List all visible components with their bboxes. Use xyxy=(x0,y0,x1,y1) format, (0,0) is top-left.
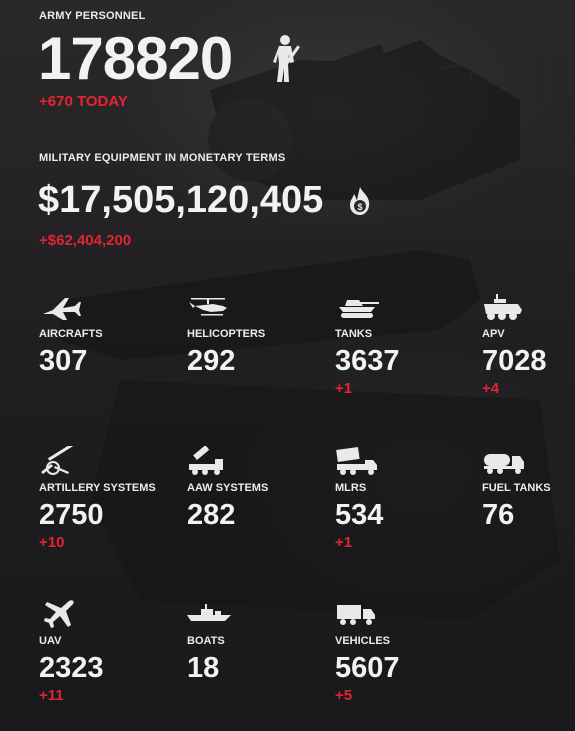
equipment-item-helicopters: HELICOPTERS 292 xyxy=(187,292,327,412)
tank-icon xyxy=(339,300,379,318)
equipment-count: 7028 xyxy=(482,345,547,377)
equipment-count: 2750 xyxy=(39,499,104,531)
equipment-label: BOATS xyxy=(187,635,225,647)
fighter-jet-icon xyxy=(43,298,81,320)
money-value: $17,505,120,405 xyxy=(38,179,324,221)
equipment-label: VEHICLES xyxy=(335,635,391,647)
svg-text:$: $ xyxy=(357,202,362,212)
equipment-item-vehicles: VEHICLES 5607 +5 xyxy=(335,599,475,719)
equipment-count: 18 xyxy=(187,652,220,684)
equipment-item-artillery: ARTILLERY SYSTEMS 2750 +10 xyxy=(39,446,179,566)
equipment-delta: +5 xyxy=(335,687,353,704)
equipment-label: HELICOPTERS xyxy=(187,328,266,340)
equipment-label: AAW SYSTEMS xyxy=(187,482,269,494)
personnel-today-delta: +670 TODAY xyxy=(39,93,128,110)
equipment-item-boats: BOATS 18 xyxy=(187,599,327,719)
equipment-label: UAV xyxy=(39,635,62,647)
equipment-label: AIRCRAFTS xyxy=(39,328,103,340)
soldier-icon xyxy=(273,35,300,82)
equipment-count: 76 xyxy=(482,499,515,531)
equipment-delta: +10 xyxy=(39,534,65,551)
equipment-label: ARTILLERY SYSTEMS xyxy=(39,482,156,494)
equipment-item-mlrs: MLRS 534 +1 xyxy=(335,446,475,566)
equipment-item-aircrafts: AIRCRAFTS 307 xyxy=(39,292,179,412)
equipment-count: 292 xyxy=(187,345,236,377)
helicopter-icon xyxy=(189,298,227,316)
equipment-count: 3637 xyxy=(335,345,400,377)
fire-coin-icon: $ xyxy=(350,187,370,215)
truck-icon xyxy=(337,605,375,625)
drone-plane-icon xyxy=(44,600,74,628)
equipment-item-aaw: AAW SYSTEMS 282 xyxy=(187,446,327,566)
equipment-label: APV xyxy=(482,328,505,340)
equipment-item-uav: UAV 2323 +11 xyxy=(39,599,179,719)
equipment-count: 2323 xyxy=(39,652,104,684)
equipment-delta: +1 xyxy=(335,380,353,397)
equipment-delta: +1 xyxy=(335,534,353,551)
equipment-count: 5607 xyxy=(335,652,400,684)
artillery-icon xyxy=(41,446,75,475)
equipment-delta: +11 xyxy=(39,687,64,704)
warship-icon xyxy=(187,604,231,621)
armored-vehicle-icon xyxy=(484,294,522,320)
stats-panel: ARMY PERSONNEL 178820 +670 TODAY MILITAR… xyxy=(0,0,575,731)
equipment-label: TANKS xyxy=(335,328,373,340)
fuel-truck-icon xyxy=(484,454,524,474)
equipment-label: FUEL TANKS xyxy=(482,482,551,494)
money-label: MILITARY EQUIPMENT IN MONETARY TERMS xyxy=(39,152,286,164)
personnel-count: 178820 xyxy=(38,25,233,92)
equipment-label: MLRS xyxy=(335,482,367,494)
personnel-label: ARMY PERSONNEL xyxy=(39,10,146,22)
equipment-item-fuel-tanks: FUEL TANKS 76 xyxy=(482,446,575,566)
equipment-delta: +4 xyxy=(482,380,500,397)
rocket-launcher-truck-icon xyxy=(336,446,377,475)
equipment-count: 307 xyxy=(39,345,88,377)
equipment-count: 282 xyxy=(187,499,236,531)
anti-air-launcher-icon xyxy=(189,446,223,475)
equipment-item-tanks: TANKS 3637 +1 xyxy=(335,292,475,412)
equipment-item-apv: APV 7028 +4 xyxy=(482,292,575,412)
money-delta: +$62,404,200 xyxy=(39,232,132,249)
equipment-count: 534 xyxy=(335,499,384,531)
